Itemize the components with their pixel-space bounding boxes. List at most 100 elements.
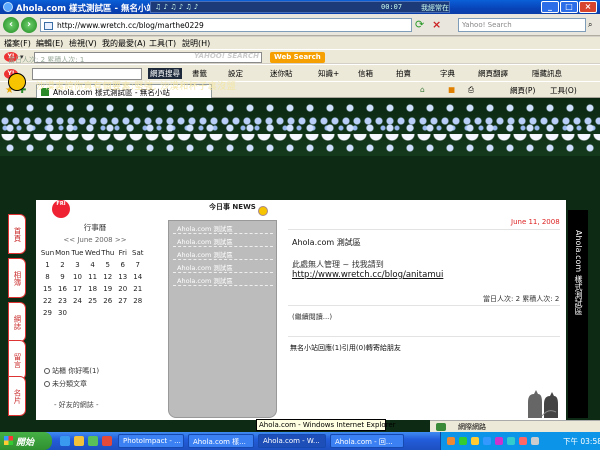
ie-quicklaunch-icon[interactable] [60,436,70,446]
post-link[interactable]: http://www.wretch.cc/blog/anitamui [292,270,443,280]
task-photoimpact[interactable]: PhotoImpact - ... [118,434,184,448]
post-hit-counter: 當日人次: 2 累積人次: 2 [483,295,560,303]
tray-icon[interactable] [483,437,491,445]
tray-icon[interactable] [471,437,479,445]
toolbar-mini[interactable]: 迷你貼 [270,68,293,79]
media-player-bar[interactable]: ♫ ♪ ♫ ♪ ♫ ♪ 00:07 我經常在想許多 她 [150,1,450,32]
system-tray: 下午 03:58 [440,432,600,450]
calendar-day: 9 [60,273,65,281]
app-quicklaunch-icon[interactable] [102,436,112,446]
start-button[interactable]: 開始 [0,432,52,450]
web-search-button[interactable]: Web Search [270,52,325,63]
tray-icon[interactable] [507,437,515,445]
toolbar-knowledge[interactable]: 知識+ [318,68,339,79]
home-icon[interactable]: ⌂ [420,85,425,94]
toolbar-bookmarks[interactable]: 書籤 [192,68,207,79]
task-ahola-2[interactable]: Ahola.com - W... [258,434,326,448]
list-item[interactable]: Ahola.com 測試區 [173,262,273,273]
toolbar-dictionary[interactable]: 字典 [440,68,455,79]
calendar-day: 24 [73,297,82,305]
tray-icon[interactable] [519,437,527,445]
calendar-day: 10 [73,273,82,281]
post-footer-links[interactable]: 無名小站回應(1)引用(0)轉寄給朋友 [290,343,401,353]
toolbar-translate[interactable]: 網頁翻譯 [478,68,508,79]
maximize-button[interactable]: □ [560,1,578,13]
forward-button[interactable]: › [21,17,37,33]
calendar-day [85,307,100,319]
taskbar: 開始 PhotoImpact - ... Ahola.com 樣... Ahol… [0,432,600,450]
calendar-day: 17 [73,285,82,293]
status-bar: 網際網路 [430,420,600,432]
post-title[interactable]: Ahola.com 測試區 [292,237,361,248]
title-bar: Ahola.com 樣式測試區 - 無名小站 ♫ ♪ ♫ ♪ ♫ ♪ 00:07… [0,0,600,32]
news-label: 今日事 NEWS [209,203,256,211]
menu-edit[interactable]: 編輯(E) [36,38,63,49]
hit-counter-top: 當日人次: 2 累積人次: 1 [8,56,85,64]
menu-favorites[interactable]: 我的最愛(A) [102,38,146,49]
toolbar-auction[interactable]: 拍賣 [396,68,411,79]
tab-guestbook[interactable]: 留言 [8,340,26,380]
address-input[interactable]: http://www.wretch.cc/blog/marthe0229 [40,18,412,32]
tab-album[interactable]: 相簿 [8,258,26,298]
back-button[interactable]: ‹ [3,17,19,33]
category-label: 站櫃 你好嗎(1) [52,367,100,375]
category-item[interactable]: 站櫃 你好嗎(1) [44,366,99,376]
toolbar-settings[interactable]: 設定 [228,68,243,79]
list-item[interactable]: Ahola.com 測試區 [173,249,273,260]
folder-quicklaunch-icon[interactable] [74,436,84,446]
stop-icon[interactable]: × [432,18,446,32]
tab-card[interactable]: 名片 [8,376,26,416]
tray-icon[interactable] [447,437,455,445]
task-ahola-3[interactable]: Ahola.com - 回... [330,434,404,448]
menu-file[interactable]: 檔案(F) [4,38,31,49]
tooltip: Ahola.com - Windows Internet Explorer [256,419,396,431]
tab-blog[interactable]: 網誌 [8,302,26,342]
tools-menu[interactable]: 工具(O) [550,85,577,96]
minimize-button[interactable]: _ [541,1,559,13]
smiley-icon [258,206,268,216]
print-icon[interactable]: ⎙ [468,85,474,95]
tray-icon[interactable] [495,437,503,445]
search-icon[interactable]: ⌕ [588,20,592,30]
toolbar-web-search[interactable]: 網頁搜尋 [148,68,182,79]
blog-banner: 沙漠裏誇你真有個要素:堅強, 沙漠和杯子裏沒鹽 [36,82,237,92]
tab-home[interactable]: 首頁 [8,214,26,254]
menu-tools[interactable]: 工具(T) [149,38,176,49]
calendar-month-nav[interactable]: << June 2008 >> [40,236,150,244]
page-menu[interactable]: 網頁(P) [510,85,535,96]
friends-blogs-link[interactable]: - 好友的網誌 - [54,400,99,410]
clock: 下午 03:58 [563,437,600,446]
list-item[interactable]: Ahola.com 測試區 [173,223,273,234]
task-ahola-1[interactable]: Ahola.com 樣... [188,434,254,448]
calendar-day: 26 [103,297,113,305]
refresh-icon[interactable]: ⟳ [415,18,429,32]
post-body: 此處無人管理 ~ 找我請到 [292,260,384,269]
bee-icon [8,73,26,91]
calendar-day: 15 [43,285,52,293]
search-input[interactable]: Yahoo! Search [458,18,586,32]
calendar-day: 18 [88,285,98,293]
category-label: 未分類文章 [52,380,87,388]
media-quicklaunch-icon[interactable] [88,436,98,446]
list-item[interactable]: Ahola.com 測試區 [173,275,273,286]
menu-view[interactable]: 檢視(V) [69,38,97,49]
divider [288,229,560,230]
menu-help[interactable]: 說明(H) [182,38,210,49]
cat-decoration-icon [528,390,558,418]
toolbar-hide[interactable]: 隱藏訊息 [532,68,562,79]
tray-icon[interactable] [459,437,467,445]
calendar-day: 4 [90,261,95,269]
list-item[interactable]: Ahola.com 測試區 [173,236,273,247]
read-more-link[interactable]: (繼續閱讀...) [292,312,332,322]
divider [288,336,560,337]
toolbar-mail[interactable]: 信箱 [358,68,373,79]
calendar-day: 2 [60,261,65,269]
fri-logo: FRI [52,200,70,218]
middle-column: Ahola.com 測試區 Ahola.com 測試區 Ahola.com 測試… [168,220,277,418]
window-title: Ahola.com 樣式測試區 - 無名小站 [16,4,155,14]
feed-icon[interactable]: ■ [448,85,455,94]
category-item[interactable]: 未分類文章 [44,379,99,389]
close-button[interactable]: × [579,1,597,13]
calendar-day: 6 [120,261,125,269]
volume-icon[interactable] [531,437,539,445]
